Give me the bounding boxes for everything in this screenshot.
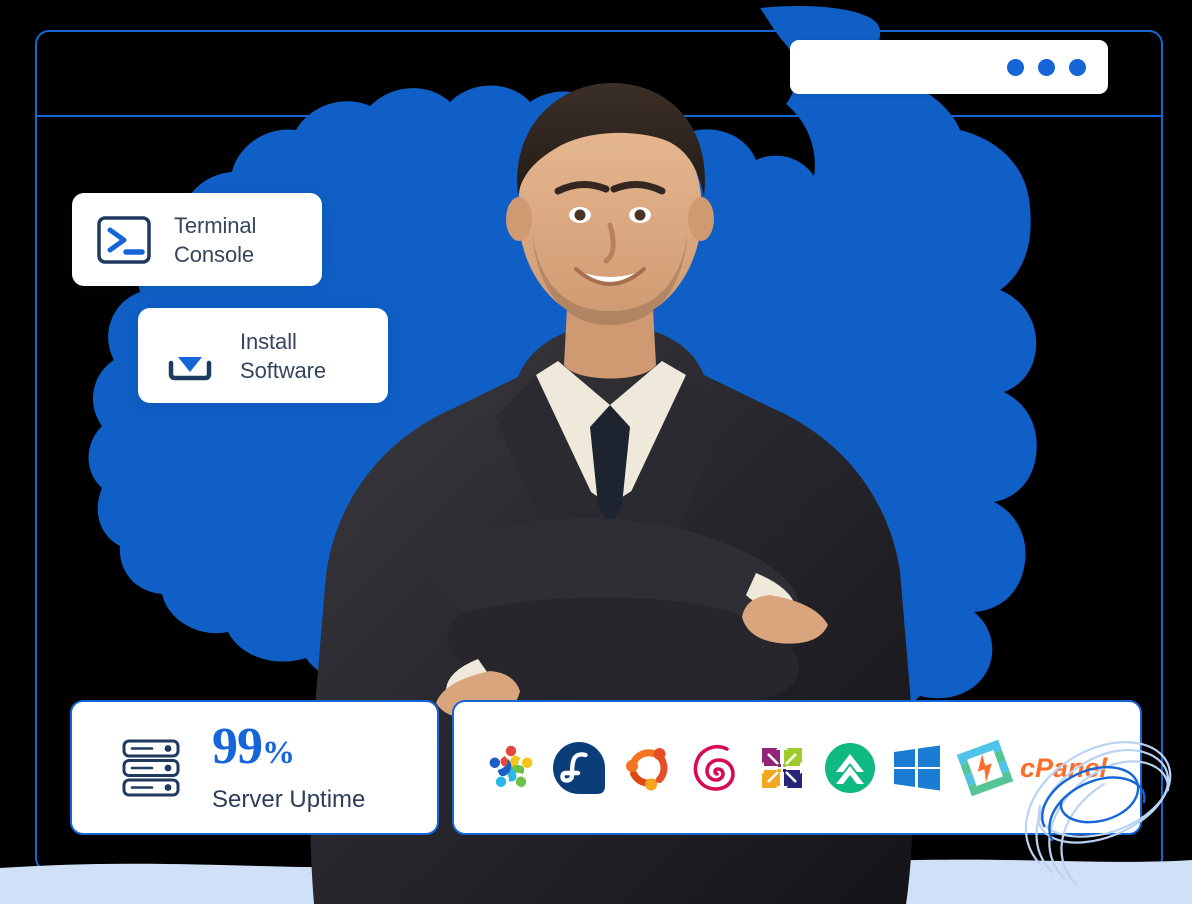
screenshot-stage: Terminal Console Install Software 99% Se…	[0, 0, 1192, 904]
windows-logo[interactable]	[886, 737, 948, 799]
card-os-logos: cPanel	[452, 700, 1142, 835]
svg-text:cPanel: cPanel	[1020, 753, 1108, 783]
debian-logo[interactable]	[683, 737, 745, 799]
card-server-uptime: 99% Server Uptime	[70, 700, 439, 835]
window-dot-2[interactable]	[1038, 58, 1055, 76]
uptime-caption: Server Uptime	[212, 785, 366, 813]
window-dot-3[interactable]	[1069, 58, 1086, 76]
ubuntu-logo[interactable]	[615, 737, 677, 799]
fedora-logo[interactable]	[548, 737, 610, 799]
uptime-percent-symbol: %	[262, 734, 295, 771]
cpanel-logo[interactable]: cPanel	[954, 737, 1114, 799]
uptime-value-row: 99%	[212, 717, 365, 779]
card-terminal-console-label: Terminal Console	[174, 212, 257, 267]
almalinux-logo[interactable]	[480, 737, 542, 799]
centos-logo[interactable]	[751, 737, 813, 799]
rockylinux-logo[interactable]	[819, 737, 881, 799]
window-dot-1[interactable]	[1007, 58, 1024, 76]
terminal-console-icon	[97, 215, 151, 264]
uptime-value: 99	[212, 717, 263, 775]
card-install-software-label: Install Software	[240, 328, 327, 383]
card-install-software[interactable]: Install Software	[138, 308, 388, 403]
server-rack-icon	[122, 739, 180, 796]
card-terminal-console[interactable]: Terminal Console	[72, 193, 322, 286]
install-software-icon	[168, 331, 212, 380]
